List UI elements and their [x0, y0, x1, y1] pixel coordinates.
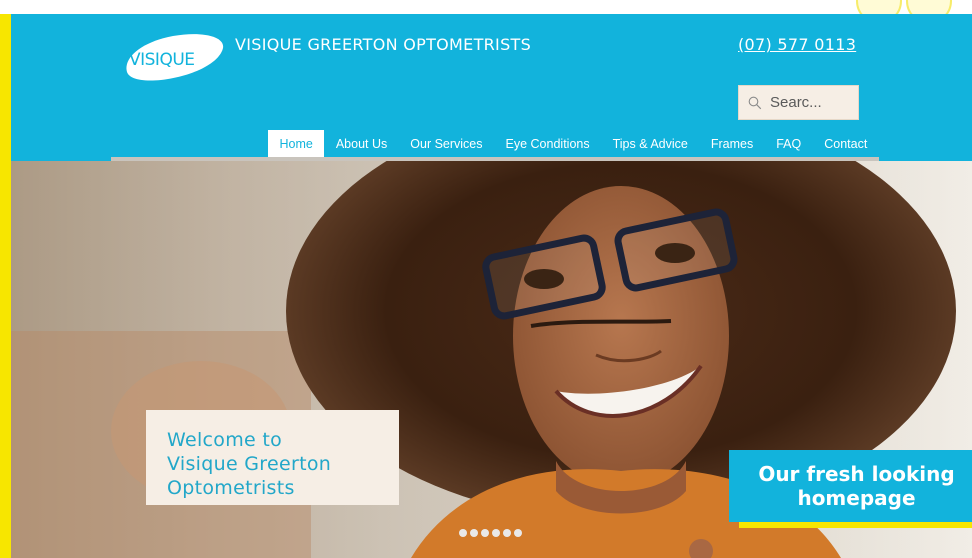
- welcome-panel: Welcome to Visique Greerton Optometrists: [146, 410, 399, 505]
- nav-item-about-us[interactable]: About Us: [324, 130, 398, 158]
- slide-dot[interactable]: [492, 529, 500, 537]
- nav-item-our-services[interactable]: Our Services: [399, 130, 494, 158]
- welcome-line: Visique Greerton: [167, 453, 332, 475]
- slide-dot[interactable]: [514, 529, 522, 537]
- promo-line: homepage: [797, 486, 916, 510]
- slideshow-pagination: [459, 529, 522, 537]
- nav-item-contact[interactable]: Contact: [813, 130, 879, 158]
- main-navigation: Home About Us Our Services Eye Conditions Ti…: [268, 130, 879, 158]
- slide-dot[interactable]: [470, 529, 478, 537]
- nav-item-frames[interactable]: Frames: [699, 130, 764, 158]
- search-icon: [748, 96, 762, 109]
- search-box[interactable]: [738, 85, 859, 120]
- yellow-accent-strip: [0, 14, 11, 558]
- nav-item-faq[interactable]: FAQ: [765, 130, 813, 158]
- promo-line: Our fresh looking: [758, 462, 955, 486]
- welcome-line: Optometrists: [167, 477, 295, 499]
- search-input[interactable]: [770, 94, 850, 111]
- slide-dot[interactable]: [459, 529, 467, 537]
- promo-badge: Our fresh looking homepage: [729, 450, 972, 522]
- logo-text: VISIQUE: [129, 50, 195, 70]
- slide-dot[interactable]: [481, 529, 489, 537]
- nav-item-tips-advice[interactable]: Tips & Advice: [601, 130, 699, 158]
- visique-logo[interactable]: VISIQUE: [121, 28, 227, 82]
- welcome-line: Welcome to: [167, 429, 283, 451]
- site-title: VISIQUE GREERTON OPTOMETRISTS: [235, 35, 532, 54]
- slide-dot[interactable]: [503, 529, 511, 537]
- nav-item-eye-conditions[interactable]: Eye Conditions: [494, 130, 601, 158]
- nav-item-home[interactable]: Home: [268, 130, 325, 158]
- phone-link[interactable]: (07) 577 0113: [738, 35, 856, 54]
